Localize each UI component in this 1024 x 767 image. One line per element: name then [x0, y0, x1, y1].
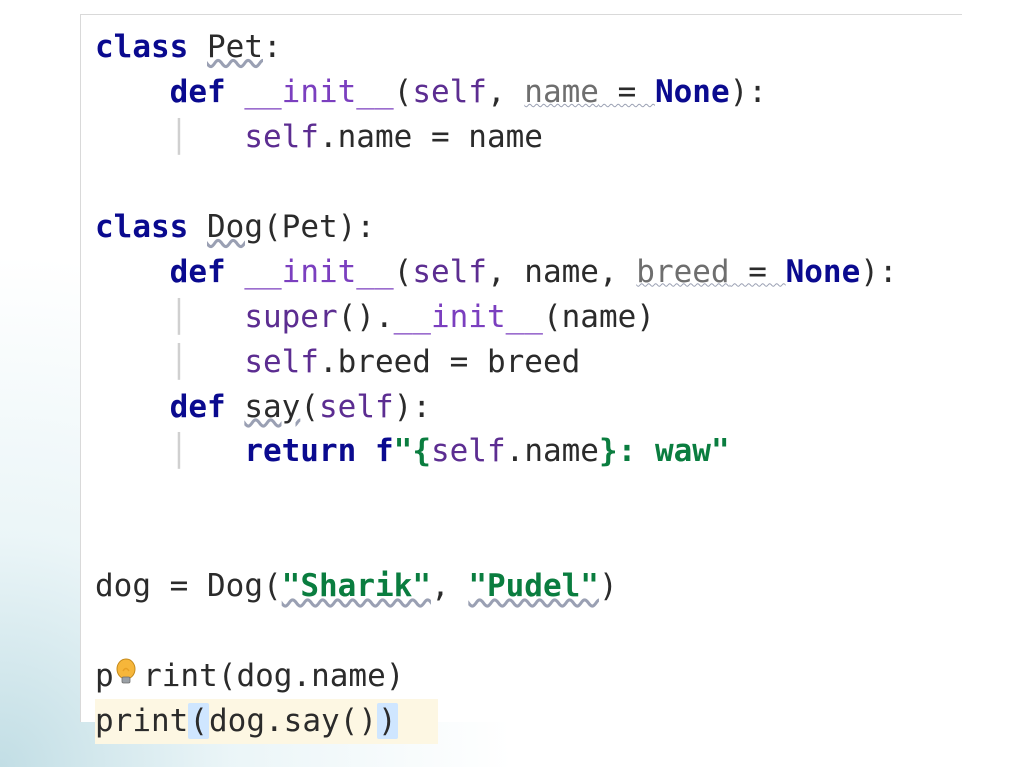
self-ref: self: [244, 119, 319, 155]
code-line-10: │ return f"{self.name}: waw": [95, 433, 730, 469]
kw-def: def: [170, 254, 226, 290]
indent-guide: │: [170, 344, 245, 380]
lightbulb-icon[interactable]: [114, 659, 143, 690]
builtin-print: print: [95, 703, 188, 739]
code-line-7: │ super().__init__(name): [95, 299, 655, 335]
param-self: self: [319, 389, 394, 425]
fstring-prefix: f: [375, 433, 394, 469]
param-breed: breed: [636, 254, 729, 290]
code-editor-pane: class Pet: def __init__(self, name = Non…: [80, 14, 962, 722]
param-self: self: [412, 74, 487, 110]
code-line-8: │ self.breed = breed: [95, 344, 580, 380]
code-block: class Pet: def __init__(self, name = Non…: [95, 25, 948, 744]
kw-class: class: [95, 29, 188, 65]
string-sharik: "Sharik": [282, 568, 431, 604]
punct-colon: :: [263, 29, 282, 65]
var-dog: dog: [95, 568, 151, 604]
dunder-init: __init__: [244, 254, 393, 290]
code-line-2: def __init__(self, name = None):: [95, 74, 767, 110]
kw-def: def: [170, 74, 226, 110]
dunder-init: __init__: [394, 299, 543, 335]
code-line-3: │ self.name = name: [95, 119, 543, 155]
self-ref: self: [244, 344, 319, 380]
class-dog-call: Dog: [207, 568, 263, 604]
fstring-tail: : waw: [618, 433, 711, 469]
code-line-15: print(dog.name): [95, 658, 404, 694]
dunder-init: __init__: [244, 74, 393, 110]
code-line-9: def say(self):: [95, 389, 431, 425]
string-pudel: "Pudel": [468, 568, 599, 604]
indent-guide: │: [170, 433, 245, 469]
code-line-1: class Pet:: [95, 29, 282, 65]
indent-guide: │: [170, 299, 245, 335]
kw-none: None: [655, 74, 730, 110]
kw-none: None: [786, 254, 861, 290]
class-name-pet: Pet: [207, 29, 263, 65]
method-say: say: [244, 389, 300, 425]
param-self: self: [412, 254, 487, 290]
class-name-dog: Dog: [207, 209, 263, 245]
param-name: name: [524, 74, 599, 110]
code-line-16-highlighted: print(dog.say()): [95, 699, 438, 744]
caret-selection: (: [188, 703, 209, 739]
code-line-5: class Dog(Pet):: [95, 209, 375, 245]
indent-guide: │: [170, 119, 245, 155]
caret-selection: ): [377, 703, 398, 739]
self-ref: self: [431, 433, 506, 469]
builtin-super: super: [244, 299, 337, 335]
kw-return: return: [244, 433, 356, 469]
code-line-6: def __init__(self, name, breed = None):: [95, 254, 898, 290]
kw-def: def: [170, 389, 226, 425]
slide-background: class Pet: def __init__(self, name = Non…: [0, 0, 1024, 767]
kw-class: class: [95, 209, 188, 245]
code-line-13: dog = Dog("Sharik", "Pudel"): [95, 568, 618, 604]
